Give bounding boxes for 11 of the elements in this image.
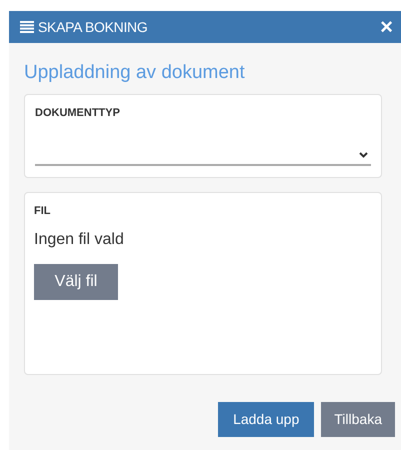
upload-button[interactable]: Ladda upp — [218, 402, 314, 437]
file-status-text: Ingen fil vald — [34, 230, 124, 250]
close-button[interactable]: × — [376, 16, 397, 38]
choose-file-button[interactable]: Välj fil — [34, 264, 118, 300]
section-heading: Uppladdning av dokument — [24, 61, 246, 85]
field-label: FIL — [34, 204, 50, 219]
back-button[interactable]: Tillbaka — [321, 402, 395, 437]
chevron-down-icon — [359, 152, 368, 158]
menu-icon[interactable] — [20, 21, 34, 33]
field-label: DOKUMENTTYP — [35, 106, 120, 121]
window-title: SKAPA BOKNING — [38, 18, 148, 36]
